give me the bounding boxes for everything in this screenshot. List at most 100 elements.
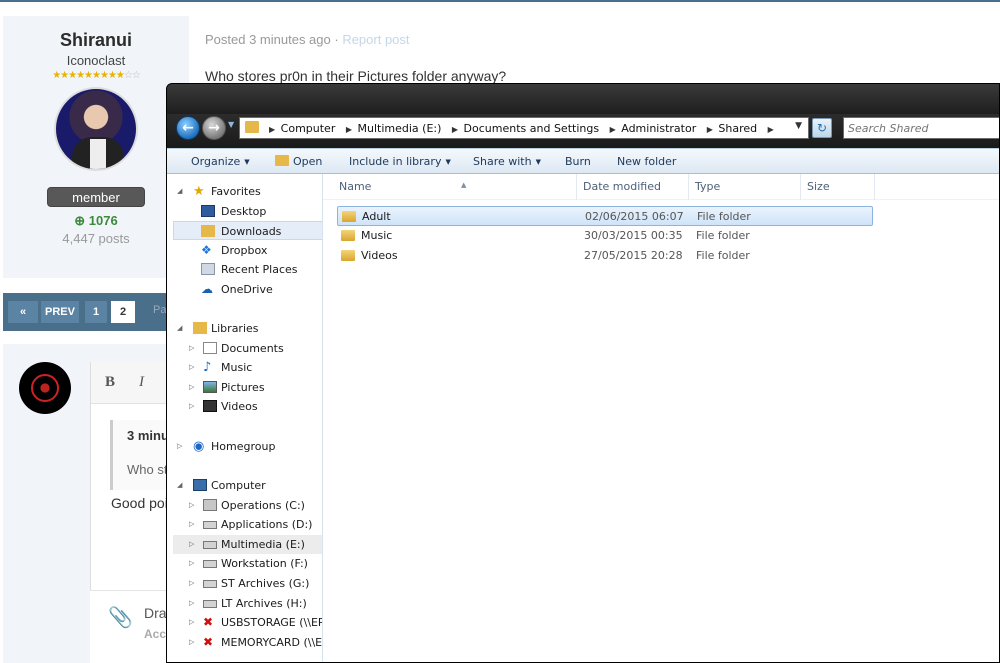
post-time: Posted 3 minutes ago ·: [205, 32, 343, 47]
folder-icon: [341, 250, 355, 261]
nav-recent-places[interactable]: Recent Places: [169, 260, 319, 279]
address-dropdown-icon[interactable]: ▼: [795, 121, 802, 131]
nav-dropbox[interactable]: ❖ Dropbox: [169, 241, 319, 260]
nav-drive-g[interactable]: ▷ ST Archives (G:): [179, 574, 322, 593]
nav-desktop[interactable]: Desktop: [169, 202, 319, 221]
collapsed-triangle-icon[interactable]: ▷: [189, 397, 194, 416]
nav-pictures[interactable]: ▷ Pictures: [179, 378, 322, 397]
open-button[interactable]: Open: [275, 155, 322, 168]
include-in-library-button[interactable]: Include in library ▼: [349, 155, 451, 168]
breadcrumb-documents-and-settings[interactable]: Documents and Settings: [464, 122, 600, 135]
breadcrumb-separator-icon[interactable]: ▶: [707, 125, 713, 134]
explorer-window[interactable]: ← → ▼ ▶ Computer ▶ Multimedia (E:) ▶ Doc…: [166, 83, 1000, 663]
address-bar[interactable]: ▶ Computer ▶ Multimedia (E:) ▶ Documents…: [239, 117, 809, 139]
nav-downloads[interactable]: Downloads: [173, 221, 322, 240]
breadcrumb-multimedia[interactable]: Multimedia (E:): [358, 122, 442, 135]
nav-homegroup[interactable]: ▷ ◉ Homegroup: [169, 437, 319, 456]
nav-onedrive[interactable]: ☁ OneDrive: [169, 280, 319, 299]
breadcrumb-separator-icon[interactable]: ▶: [269, 125, 275, 134]
file-row[interactable]: Videos 27/05/2015 20:28 File folder: [337, 246, 873, 266]
back-button[interactable]: ←: [176, 116, 200, 140]
collapsed-triangle-icon[interactable]: ▷: [189, 633, 194, 652]
collapsed-triangle-icon[interactable]: ▷: [189, 515, 194, 534]
author-panel: Shiranui Iconoclast ★★★★★★★★★☆☆ member ⊕…: [3, 16, 189, 278]
collapsed-triangle-icon[interactable]: ▷: [189, 613, 194, 632]
nav-downloads-label: Downloads: [221, 225, 282, 238]
folder-icon: [245, 121, 259, 133]
window-title-bar[interactable]: [167, 84, 999, 114]
documents-icon: [203, 342, 217, 354]
include-label: Include in library: [349, 155, 442, 168]
nav-documents[interactable]: ▷ Documents: [179, 339, 322, 358]
nav-videos[interactable]: ▷ Videos: [179, 397, 322, 416]
first-page-icon[interactable]: «: [8, 301, 38, 323]
column-date-modified[interactable]: Date modified: [577, 174, 689, 200]
reply-text[interactable]: Good poi: [111, 495, 168, 511]
navigation-pane[interactable]: ◢ ★ Favorites Desktop Downloads ❖ Dropbo…: [167, 174, 323, 662]
breadcrumb-separator-icon[interactable]: ▶: [768, 125, 774, 134]
collapsed-triangle-icon[interactable]: ▷: [189, 554, 194, 573]
page-1-button[interactable]: 1: [85, 301, 107, 323]
breadcrumb-separator-icon[interactable]: ▶: [346, 125, 352, 134]
nav-drive-g-label: ST Archives (G:): [221, 577, 310, 590]
nav-music-label: Music: [221, 361, 253, 374]
file-list-pane[interactable]: Name ▲ Date modified Type Size Adult 02/…: [323, 174, 999, 662]
file-row[interactable]: Adult 02/06/2015 06:07 File folder: [337, 206, 873, 226]
nav-drive-d[interactable]: ▷ Applications (D:): [179, 515, 322, 534]
nav-pictures-label: Pictures: [221, 381, 265, 394]
collapsed-triangle-icon[interactable]: ▷: [177, 437, 182, 456]
nav-drive-h[interactable]: ▷ LT Archives (H:): [179, 594, 322, 613]
nav-drive-c[interactable]: ▷ Operations (C:): [179, 496, 322, 515]
author-name[interactable]: Shiranui: [3, 30, 189, 51]
breadcrumb-separator-icon[interactable]: ▶: [610, 125, 616, 134]
organize-button[interactable]: Organize ▼: [191, 155, 250, 168]
search-input[interactable]: [844, 118, 999, 138]
expanded-triangle-icon[interactable]: ◢: [177, 476, 182, 495]
collapsed-triangle-icon[interactable]: ▷: [189, 574, 194, 593]
collapsed-triangle-icon[interactable]: ▷: [189, 358, 194, 377]
nav-memorycard[interactable]: ▷ ✖ MEMORYCARD (\\E: [179, 633, 322, 652]
share-with-button[interactable]: Share with ▼: [473, 155, 541, 168]
italic-button[interactable]: I: [139, 374, 144, 391]
new-folder-button[interactable]: New folder: [617, 155, 676, 168]
bold-button[interactable]: B: [105, 374, 115, 391]
recent-pages-dropdown-icon[interactable]: ▼: [228, 120, 234, 129]
nav-computer[interactable]: ◢ Computer: [169, 476, 319, 495]
burn-button[interactable]: Burn: [565, 155, 591, 168]
column-name[interactable]: Name ▲: [333, 174, 577, 200]
nav-favorites[interactable]: ◢ ★ Favorites: [169, 182, 319, 201]
column-type[interactable]: Type: [689, 174, 801, 200]
file-type: File folder: [696, 229, 750, 242]
breadcrumb-separator-icon[interactable]: ▶: [452, 125, 458, 134]
collapsed-triangle-icon[interactable]: ▷: [189, 535, 194, 554]
nav-music[interactable]: ▷ ♪ Music: [179, 358, 322, 377]
quote-text: Who st: [127, 462, 168, 477]
attachment-area[interactable]: 📎 Dra Acc: [90, 590, 173, 663]
file-row[interactable]: Music 30/03/2015 00:35 File folder: [337, 226, 873, 246]
reply-avatar[interactable]: [19, 362, 71, 414]
collapsed-triangle-icon[interactable]: ▷: [189, 594, 194, 613]
collapsed-triangle-icon[interactable]: ▷: [189, 496, 194, 515]
reputation-value: 1076: [88, 213, 118, 228]
prev-page-button[interactable]: PREV: [41, 301, 79, 323]
search-box[interactable]: [843, 117, 999, 139]
collapsed-triangle-icon[interactable]: ▷: [189, 339, 194, 358]
nav-drive-f[interactable]: ▷ Workstation (F:): [179, 554, 322, 573]
page-2-button[interactable]: 2: [111, 301, 135, 323]
forward-button[interactable]: →: [202, 116, 226, 140]
expanded-triangle-icon[interactable]: ◢: [177, 319, 182, 338]
breadcrumb-shared[interactable]: Shared: [718, 122, 757, 135]
nav-libraries[interactable]: ◢ Libraries: [169, 319, 319, 338]
nav-usbstorage[interactable]: ▷ ✖ USBSTORAGE (\\EPS: [179, 613, 322, 632]
refresh-button[interactable]: ↻: [812, 118, 832, 138]
author-avatar[interactable]: [54, 87, 138, 171]
nav-drive-e[interactable]: ▷ Multimedia (E:): [173, 535, 322, 554]
report-post-link[interactable]: Report post: [342, 32, 409, 47]
music-note-icon: ♪: [203, 360, 212, 375]
recent-places-icon: [201, 263, 215, 275]
column-size[interactable]: Size: [801, 174, 875, 200]
expanded-triangle-icon[interactable]: ◢: [177, 182, 182, 201]
collapsed-triangle-icon[interactable]: ▷: [189, 378, 194, 397]
breadcrumb-computer[interactable]: Computer: [281, 122, 336, 135]
breadcrumb-administrator[interactable]: Administrator: [621, 122, 696, 135]
